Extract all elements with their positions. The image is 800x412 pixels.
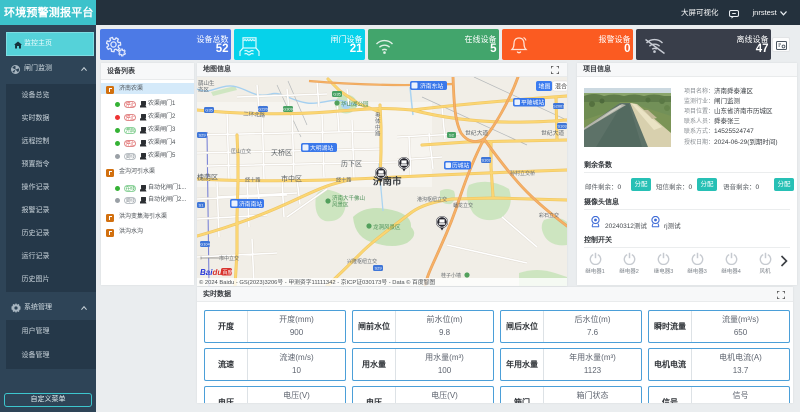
svg-text:华山湖公园: 华山湖公园 — [341, 100, 369, 108]
svg-text:Baidu: Baidu — [200, 268, 222, 277]
svg-text:港沟枢纽立交: 港沟枢纽立交 — [417, 196, 447, 203]
svg-text:百度: 百度 — [223, 269, 233, 276]
svg-text:济南东站: 济南东站 — [420, 82, 443, 90]
svg-text:S29: S29 — [374, 266, 382, 271]
svg-text:经十路: 经十路 — [245, 176, 261, 184]
svg-text:世纪大道: 世纪大道 — [465, 129, 488, 137]
svg-text:龙洞风景区: 龙洞风景区 — [373, 223, 401, 231]
svg-text:世纪大道: 世纪大道 — [541, 129, 564, 137]
svg-text:彩石立交: 彩石立交 — [539, 212, 559, 219]
svg-text:态区: 态区 — [198, 86, 210, 94]
svg-text:市中立交: 市中立交 — [219, 255, 239, 262]
svg-text:S1: S1 — [199, 203, 205, 208]
svg-text:G104: G104 — [200, 242, 211, 247]
svg-text:兴隆枢纽立交: 兴隆枢纽立交 — [347, 258, 377, 265]
svg-text:历下区: 历下区 — [341, 160, 362, 168]
svg-text:平陵城站: 平陵城站 — [521, 99, 544, 107]
svg-text:S2: S2 — [449, 133, 455, 138]
svg-text:历城站: 历城站 — [452, 162, 470, 170]
svg-text:G35: G35 — [333, 92, 341, 97]
svg-text:市中区: 市中区 — [281, 174, 302, 183]
svg-text:风景区: 风景区 — [332, 202, 349, 209]
svg-text:经十路: 经十路 — [336, 176, 352, 184]
svg-text:地图: 地图 — [539, 83, 551, 91]
svg-text:S102: S102 — [481, 158, 491, 163]
svg-text:天桥区: 天桥区 — [271, 148, 292, 157]
svg-text:S29: S29 — [198, 133, 206, 138]
svg-text:G2001: G2001 — [552, 104, 565, 109]
svg-text:大明湖站: 大明湖站 — [310, 144, 333, 152]
svg-text:匡山立交: 匡山立交 — [231, 148, 251, 155]
svg-text:S103: S103 — [557, 124, 567, 129]
svg-text:G35: G35 — [205, 108, 213, 113]
svg-text:鹊山生: 鹊山生 — [198, 79, 215, 87]
svg-text:蟠龙立交: 蟠龙立交 — [453, 202, 473, 209]
svg-text:混合: 混合 — [555, 83, 567, 91]
svg-text:槐荫区: 槐荫区 — [197, 173, 218, 182]
svg-text:G309: G309 — [283, 107, 294, 112]
svg-text:© 2024 Baidu - GS(2023)3206号 -: © 2024 Baidu - GS(2023)3206号 - 甲测资字11111… — [199, 278, 435, 286]
svg-text:孙村立交桥: 孙村立交桥 — [510, 170, 535, 177]
svg-text:G220: G220 — [258, 107, 269, 112]
svg-text:济南大千佛山: 济南大千佛山 — [332, 194, 365, 202]
svg-text:桂子小墙: 桂子小墙 — [441, 272, 461, 279]
svg-text:奥体中路: 奥体中路 — [375, 111, 381, 138]
svg-text:济南南站: 济南南站 — [239, 200, 262, 208]
